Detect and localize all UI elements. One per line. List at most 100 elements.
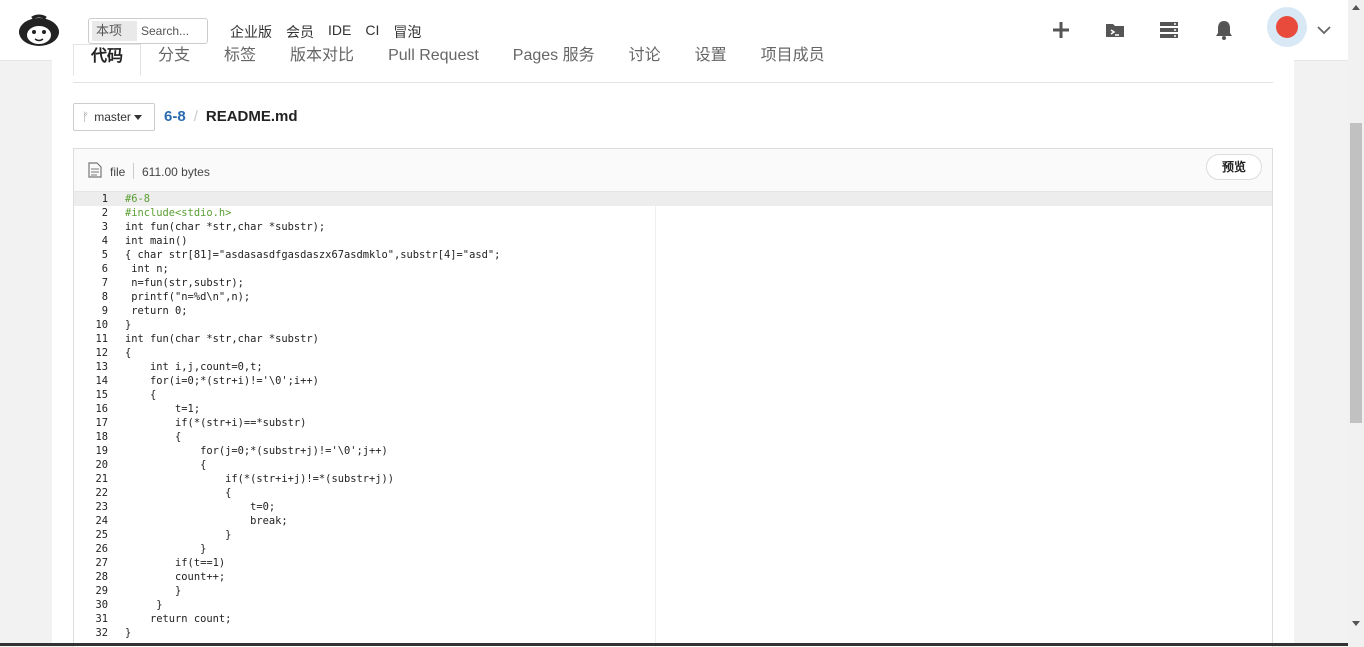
line-number: 31 bbox=[95, 613, 108, 625]
line-number: 20 bbox=[95, 459, 108, 471]
code-line: 31 return count; bbox=[74, 612, 1272, 626]
code-text: { bbox=[125, 347, 132, 359]
scroll-down-icon[interactable] bbox=[1352, 621, 1360, 626]
code-line: 32} bbox=[74, 626, 1272, 640]
code-text: if(*(str+i+j)!=*(substr+j)) bbox=[125, 473, 394, 485]
code-text: for(i=0;*(str+i)!='\0';i++) bbox=[125, 375, 319, 387]
tab-code[interactable]: 代码 bbox=[73, 44, 142, 76]
nav-ide[interactable]: IDE bbox=[328, 22, 351, 42]
line-number: 27 bbox=[95, 557, 108, 569]
breadcrumb-repo[interactable]: 6-8 bbox=[164, 108, 186, 125]
code-text: #include<stdio.h> bbox=[125, 207, 232, 219]
line-number: 25 bbox=[95, 529, 108, 541]
line-number: 26 bbox=[95, 543, 108, 555]
code-text: #6-8 bbox=[125, 193, 151, 205]
code-text: int main() bbox=[125, 235, 188, 247]
tab-members[interactable]: 项目成员 bbox=[744, 44, 842, 74]
code-text: { bbox=[125, 459, 207, 471]
tab-pages[interactable]: Pages 服务 bbox=[496, 44, 612, 74]
code-line: 26 } bbox=[74, 542, 1272, 556]
line-number: 21 bbox=[95, 473, 108, 485]
code-text: } bbox=[125, 319, 132, 331]
file-icon bbox=[88, 162, 102, 178]
tab-discussion[interactable]: 讨论 bbox=[612, 44, 678, 74]
code-line: 15 { bbox=[74, 388, 1272, 402]
terminal-folder-icon[interactable] bbox=[1103, 18, 1127, 42]
bell-icon[interactable] bbox=[1212, 18, 1236, 42]
line-number: 6 bbox=[101, 263, 108, 275]
code-line: 29 } bbox=[74, 584, 1272, 598]
file-type: file bbox=[110, 165, 126, 179]
tab-branches[interactable]: 分支 bbox=[141, 44, 207, 74]
code-line: 3 int fun(char *str,char *substr); bbox=[74, 220, 1272, 234]
code-text: return 0; bbox=[125, 305, 188, 317]
line-number: 7 bbox=[101, 277, 108, 289]
line-number: 3 bbox=[101, 221, 108, 233]
code-line: 11 int fun(char *str,char *substr) bbox=[74, 332, 1272, 346]
code-text: } bbox=[125, 599, 163, 611]
file-header: file 611.00 bytes 预览 bbox=[74, 149, 1272, 192]
code-text: { bbox=[125, 431, 182, 443]
code-line: 9 return 0; bbox=[74, 304, 1272, 318]
nav-bubble[interactable]: 冒泡 bbox=[393, 22, 421, 42]
line-number: 2 bbox=[101, 207, 108, 219]
branch-selector[interactable]: ᚠ master bbox=[73, 103, 155, 131]
code-line: 1 #6-8 bbox=[74, 192, 1272, 206]
line-number: 18 bbox=[95, 431, 108, 443]
plus-icon[interactable] bbox=[1049, 18, 1073, 42]
line-number: 22 bbox=[95, 487, 108, 499]
branch-name: master bbox=[94, 110, 131, 124]
scrollbar-thumb[interactable] bbox=[1350, 123, 1362, 423]
code-line: 19 for(j=0;*(substr+j)!='\0';j++) bbox=[74, 444, 1272, 458]
tab-pull-request[interactable]: Pull Request bbox=[371, 44, 496, 74]
code-text: t=1; bbox=[125, 403, 201, 415]
logo-icon[interactable] bbox=[16, 12, 62, 48]
line-number: 17 bbox=[95, 417, 108, 429]
top-nav: 企业版 会员 IDE CI 冒泡 bbox=[230, 22, 435, 42]
line-number: 8 bbox=[101, 291, 108, 303]
chevron-down-icon[interactable] bbox=[1316, 22, 1332, 38]
search-box[interactable]: 本项目 bbox=[88, 18, 208, 58]
nav-enterprise[interactable]: 企业版 bbox=[230, 22, 272, 42]
tab-settings[interactable]: 设置 bbox=[678, 44, 744, 74]
code-line: 4 int main() bbox=[74, 234, 1272, 248]
code-text: int fun(char *str,char *substr) bbox=[125, 333, 319, 345]
line-number: 9 bbox=[101, 305, 108, 317]
code-line: 28 count++; bbox=[74, 570, 1272, 584]
preview-button[interactable]: 预览 bbox=[1205, 154, 1262, 180]
code-line: 8 printf("n=%d\n",n); bbox=[74, 290, 1272, 304]
line-number: 32 bbox=[95, 627, 108, 639]
code-line: 10} bbox=[74, 318, 1272, 332]
avatar[interactable] bbox=[1267, 7, 1307, 47]
search-input[interactable] bbox=[137, 23, 207, 39]
code-line: 12 { bbox=[74, 346, 1272, 360]
code-text: int n; bbox=[125, 263, 169, 275]
code-view[interactable]: 1 #6-8 2 #include<stdio.h> 3 int fun(char *st… bbox=[74, 192, 1272, 640]
code-text: { char str[81]="asdasasdfgasdaszx67asdmk… bbox=[125, 249, 501, 261]
code-text: return count; bbox=[125, 613, 232, 625]
code-text: if(*(str+i)==*substr) bbox=[125, 417, 307, 429]
code-line: 25 } bbox=[74, 528, 1272, 542]
code-text: int i,j,count=0,t; bbox=[125, 361, 263, 373]
code-line: 24 break; bbox=[74, 514, 1272, 528]
divider bbox=[133, 163, 134, 179]
line-number: 30 bbox=[95, 599, 108, 611]
tab-tags[interactable]: 标签 bbox=[207, 44, 273, 74]
repo-tabs: 代码 分支 标签 版本对比 Pull Request Pages 服务 讨论 设… bbox=[73, 44, 1273, 83]
nav-ci[interactable]: CI bbox=[365, 22, 379, 42]
line-number: 28 bbox=[95, 571, 108, 583]
code-line: 7 n=fun(str,substr); bbox=[74, 276, 1272, 290]
scroll-up-icon[interactable] bbox=[1352, 5, 1360, 10]
code-text: t=0; bbox=[125, 501, 276, 513]
code-line: 21 if(*(str+i+j)!=*(substr+j)) bbox=[74, 472, 1272, 486]
code-line: 14 for(i=0;*(str+i)!='\0';i++) bbox=[74, 374, 1272, 388]
line-number: 10 bbox=[95, 319, 108, 331]
code-line: 18 { bbox=[74, 430, 1272, 444]
code-text: } bbox=[125, 627, 132, 639]
scrollbar[interactable] bbox=[1348, 0, 1364, 646]
nav-member[interactable]: 会员 bbox=[286, 22, 314, 42]
tab-compare[interactable]: 版本对比 bbox=[273, 44, 371, 74]
search-scope[interactable]: 本项目 bbox=[92, 21, 137, 58]
server-icon[interactable] bbox=[1157, 18, 1181, 42]
line-number: 13 bbox=[95, 361, 108, 373]
